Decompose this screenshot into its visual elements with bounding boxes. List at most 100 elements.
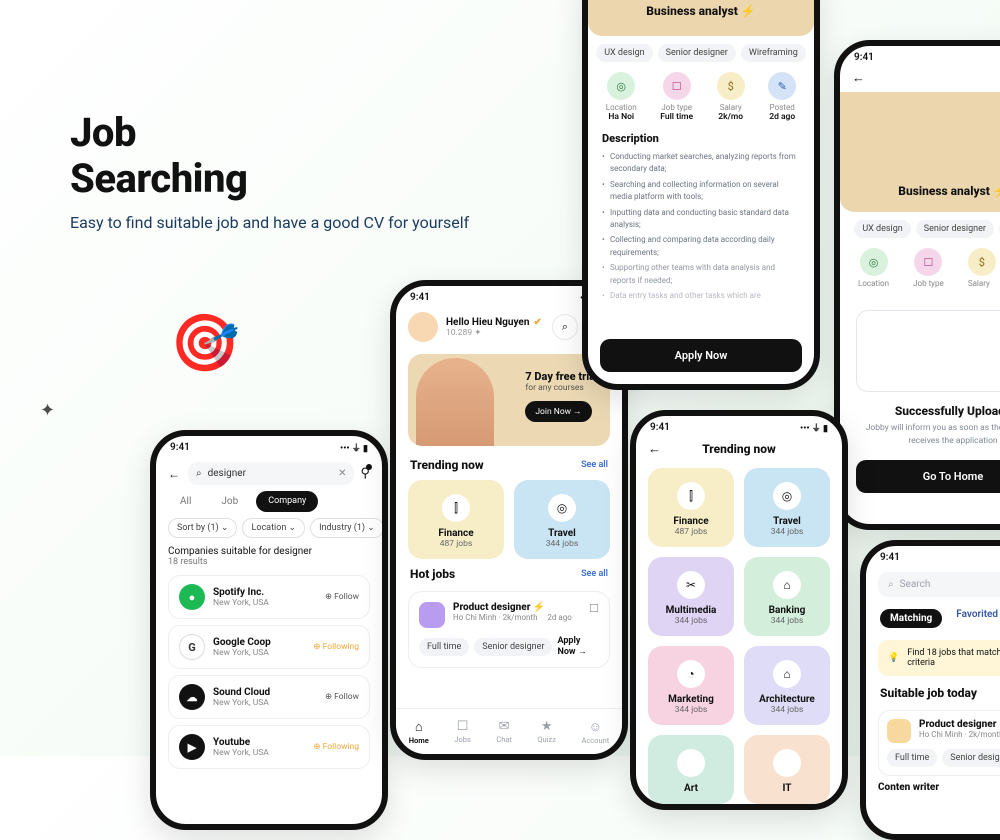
trend-card[interactable]: ◎Travel344 jobs xyxy=(514,480,610,559)
follow-button[interactable]: ⊕ Follow xyxy=(325,692,359,702)
tab-favorited[interactable]: Favorited xyxy=(956,609,998,628)
company-location: New York, USA xyxy=(213,598,269,608)
see-all-link[interactable]: See all xyxy=(581,569,608,579)
filter-sort[interactable]: Sort by (1) ⌄ xyxy=(168,518,237,538)
see-all-link[interactable]: See all xyxy=(581,460,608,470)
join-button[interactable]: Join Now → xyxy=(525,401,591,422)
tabbar-quizz[interactable]: ★Quizz xyxy=(537,719,556,744)
category-count: 344 jobs xyxy=(648,705,734,715)
tabbar-chat[interactable]: ✉Chat xyxy=(496,719,512,744)
stat-label: Job type xyxy=(660,103,693,112)
tab-label: Home xyxy=(409,736,429,745)
filter-industry[interactable]: Industry (1) ⌄ xyxy=(310,518,384,538)
company-location: New York, USA xyxy=(213,698,270,708)
job-title: Business analyst ⚡ xyxy=(898,184,1000,198)
search-button[interactable]: ⌕ xyxy=(552,314,578,340)
category-name: Architecture xyxy=(744,694,830,705)
desc-item: Supporting other teams with data analysi… xyxy=(602,262,800,287)
category-icon: ⫿ xyxy=(677,482,705,510)
stat-label: Location xyxy=(606,103,637,112)
stat-label: Location xyxy=(858,279,889,288)
follow-button[interactable]: ⊕ Following xyxy=(313,642,359,652)
tab-label: Account xyxy=(581,736,609,745)
company-card[interactable]: ● Spotify Inc.New York, USA ⊕ Follow xyxy=(168,575,370,619)
stat-posted: ✎Posted2d ago xyxy=(768,72,796,122)
company-card[interactable]: ▶ YoutubeNew York, USA ⊕ Following xyxy=(168,725,370,769)
chip: Full time xyxy=(887,749,937,767)
category-icon: ⫿ xyxy=(442,494,470,522)
category-name: Finance xyxy=(648,516,734,527)
category-icon: ⌂ xyxy=(773,660,801,688)
job-sub: Ho Chi Minh · 2k/month xyxy=(453,613,537,622)
category-name: Travel xyxy=(514,528,610,539)
promo-banner[interactable]: 7 Day free trial for any courses Join No… xyxy=(408,354,610,446)
bookmark-icon[interactable]: ☐ xyxy=(589,602,599,615)
chip: Full time xyxy=(419,638,469,656)
tab-all[interactable]: All xyxy=(168,491,203,512)
success-title: Successfully Upload ! xyxy=(856,404,1000,418)
status-icons: ••• ⏚ ▮ xyxy=(340,441,368,454)
stat-label: Salary xyxy=(717,103,745,112)
job-card[interactable]: Product designer ⚡ Ho Chi Minh · 2k/mont… xyxy=(408,591,610,668)
category-count: 344 jobs xyxy=(744,527,830,537)
description-heading: Description xyxy=(602,132,800,145)
back-icon[interactable]: ← xyxy=(648,441,661,457)
apply-link[interactable]: Apply Now → xyxy=(557,636,599,657)
tabbar-account[interactable]: ☺Account xyxy=(581,719,609,745)
stat-icon: ☐ xyxy=(914,248,942,276)
section-trending: Trending now xyxy=(410,458,484,472)
tabbar-home[interactable]: ⌂Home xyxy=(409,719,429,745)
tab-company[interactable]: Company xyxy=(256,491,318,512)
stat-icon: ✎ xyxy=(768,72,796,100)
back-icon[interactable]: ← xyxy=(168,467,182,481)
filter-location[interactable]: Location ⌄ xyxy=(242,518,305,538)
category-count: 487 jobs xyxy=(648,527,734,537)
tag-chip: UX design xyxy=(596,44,652,62)
category-card[interactable]: ⌂ Architecture344 jobs xyxy=(744,646,830,725)
category-card[interactable]: ⌂Banking344 jobs xyxy=(744,557,830,636)
follow-button[interactable]: ⊕ Following xyxy=(313,742,359,752)
category-card[interactable]: IT xyxy=(744,735,830,804)
category-card[interactable]: ◔Marketing344 jobs xyxy=(648,646,734,725)
tab-job[interactable]: Job xyxy=(209,491,250,512)
back-icon[interactable]: ← xyxy=(852,70,865,86)
avatar[interactable] xyxy=(408,312,438,342)
category-count: 344 jobs xyxy=(744,705,830,715)
filter-icon[interactable]: ⚲ xyxy=(360,466,370,481)
job-title: Product designer ⚡ xyxy=(453,602,572,613)
results-count: 18 results xyxy=(168,557,370,567)
company-card[interactable]: G Google CoopNew York, USA ⊕ Following xyxy=(168,625,370,669)
category-count: 344 jobs xyxy=(744,616,830,626)
job-title: Business analyst ⚡ xyxy=(646,4,756,18)
company-logo: ☁ xyxy=(179,684,205,710)
trend-card[interactable]: ⫿Finance487 jobs xyxy=(408,480,504,559)
company-card[interactable]: ☁ Sound CloudNew York, USA ⊕ Follow xyxy=(168,675,370,719)
points: 10.289 ✦ xyxy=(446,328,542,338)
banner-sub: for any courses xyxy=(525,383,598,393)
clear-icon[interactable]: ✕ xyxy=(338,468,346,479)
follow-button[interactable]: ⊕ Follow xyxy=(325,592,359,602)
search-input[interactable]: ⌕ designer ✕ xyxy=(188,462,354,485)
category-card[interactable]: Art xyxy=(648,735,734,804)
category-card[interactable]: ✂Multimedia344 jobs xyxy=(648,557,734,636)
stat-salary: $Salary2k/mo xyxy=(717,72,745,122)
tabbar-jobs[interactable]: ☐Jobs xyxy=(454,719,471,744)
category-name: Multimedia xyxy=(648,605,734,616)
go-home-button[interactable]: Go To Home xyxy=(856,460,1000,493)
category-card[interactable]: ⫿ Finance487 jobs xyxy=(648,468,734,547)
tab-matching[interactable]: Matching xyxy=(880,609,942,628)
tag-chip: Wireframing xyxy=(741,44,806,62)
category-count: 344 jobs xyxy=(514,539,610,549)
job-title: Product designer xyxy=(919,719,1000,730)
category-card[interactable]: ◎Travel344 jobs xyxy=(744,468,830,547)
status-bar: 9:41 ••• ⏚ ▮ xyxy=(156,436,382,458)
next-job-title: Conten writer xyxy=(878,782,1000,793)
job-card[interactable]: Product designerHo Chi Minh · 2k/month F… xyxy=(878,710,1000,776)
company-logo xyxy=(887,719,911,743)
search-input[interactable]: ⌕Search xyxy=(878,572,1000,597)
category-name: Travel xyxy=(744,516,830,527)
apply-button[interactable]: Apply Now xyxy=(600,339,802,372)
chip: Senior designer xyxy=(474,638,552,656)
stat-label: Job type xyxy=(913,279,944,288)
tab-icon: ✉ xyxy=(499,719,510,734)
